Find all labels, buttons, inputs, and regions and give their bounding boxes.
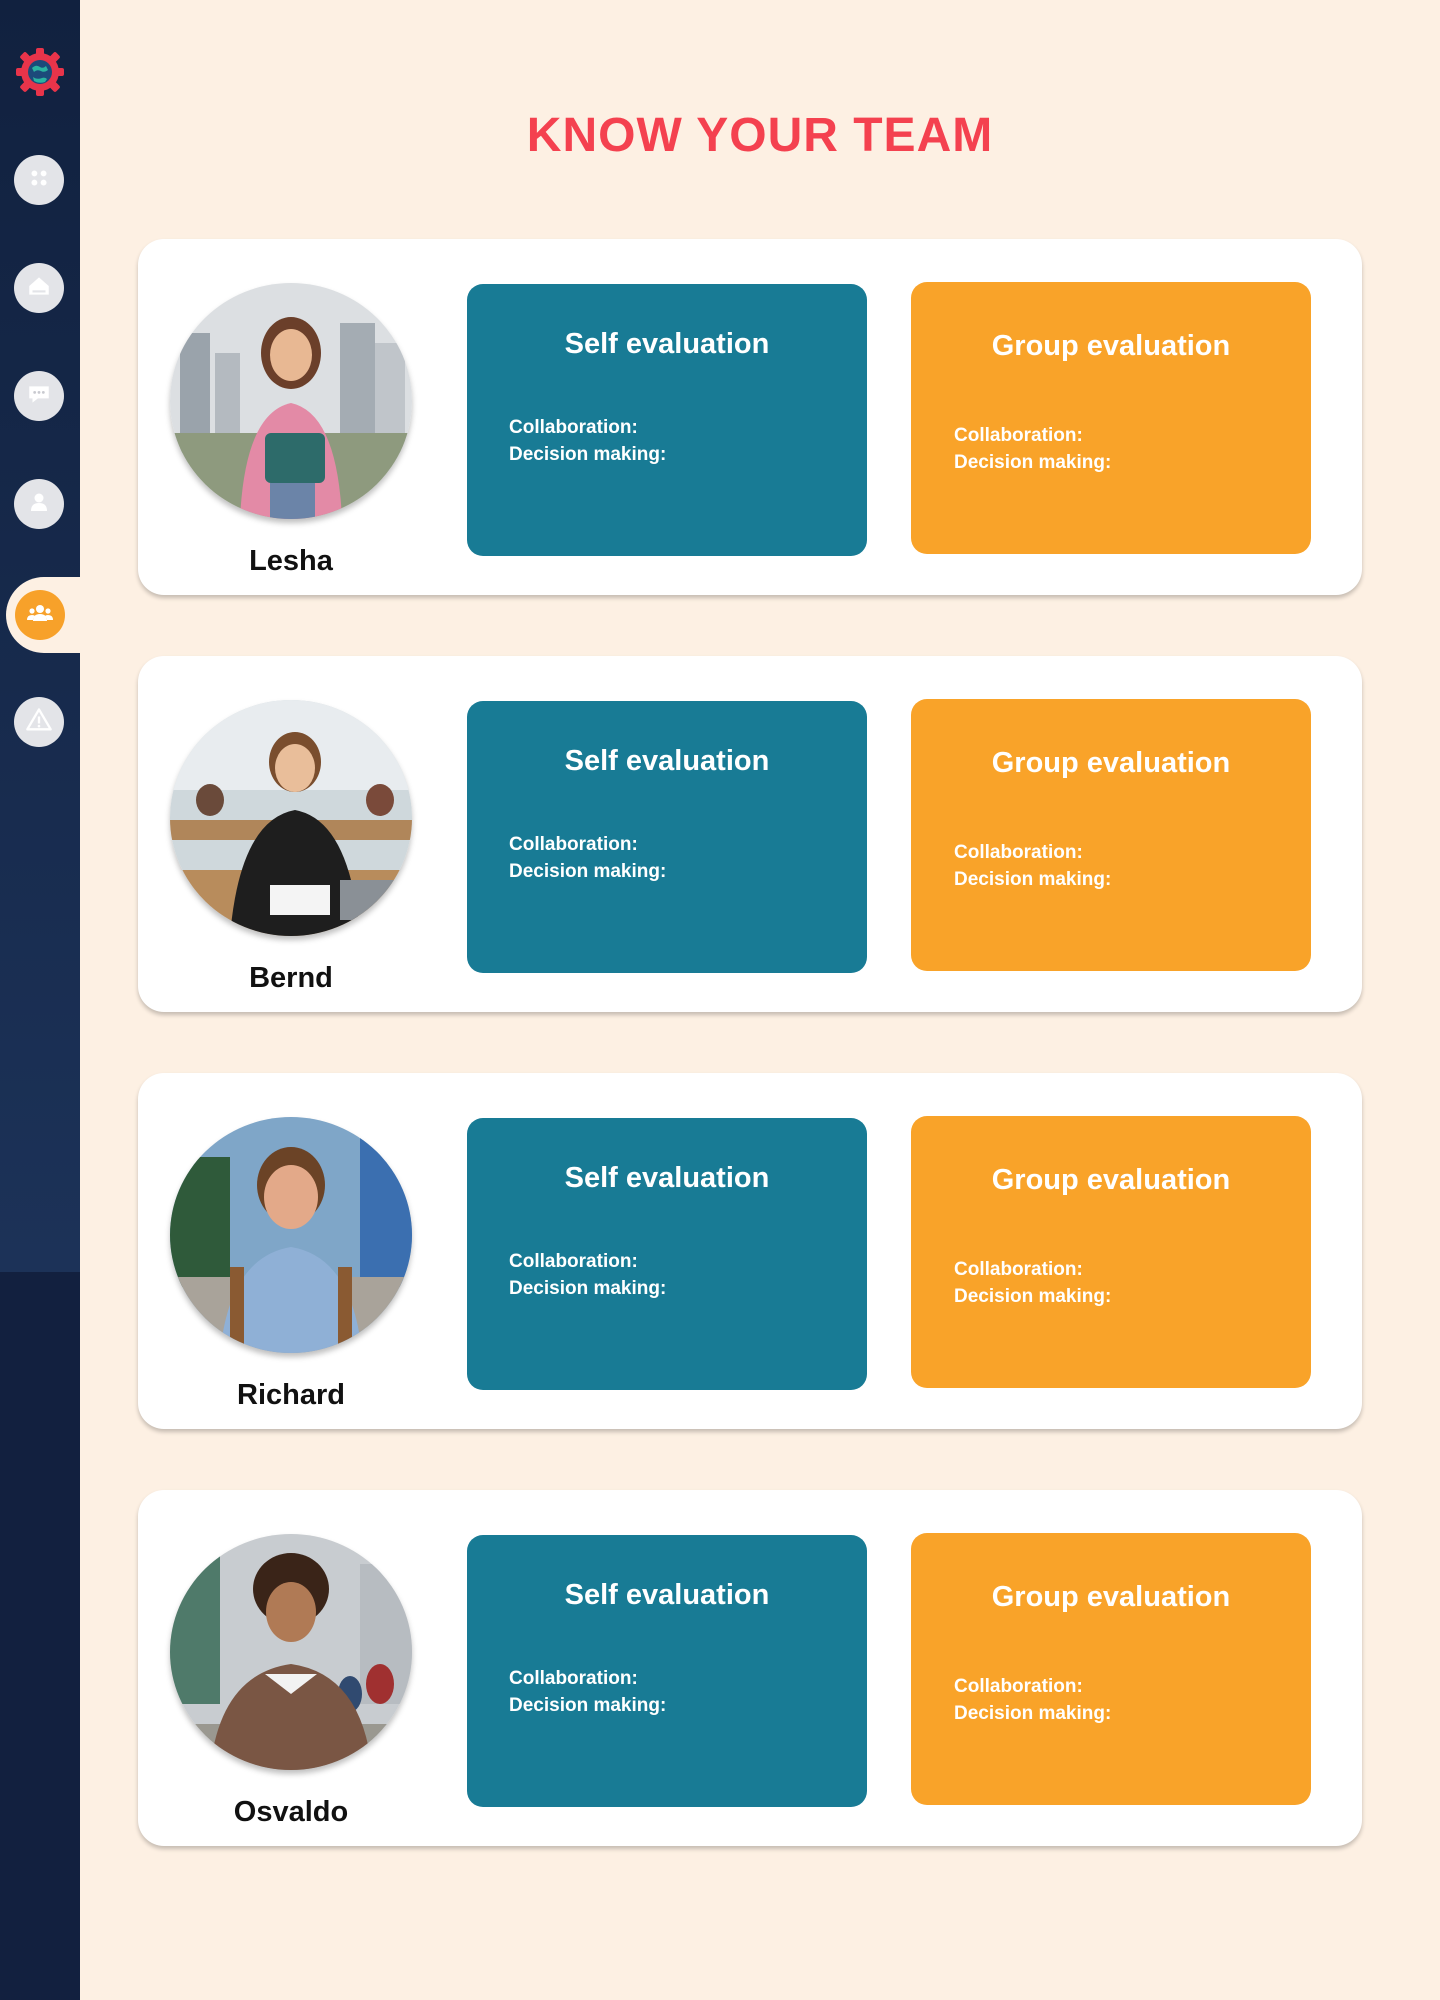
sidebar bbox=[0, 0, 86, 2000]
member-card: Lesha Self evaluation Collaboration: Dec… bbox=[138, 239, 1362, 595]
member-name: Osvaldo bbox=[233, 1796, 349, 1828]
home-icon bbox=[26, 273, 52, 304]
member-photo bbox=[170, 700, 412, 936]
collaboration-label: Collaboration: bbox=[509, 834, 638, 855]
self-evaluation-title: Self evaluation bbox=[564, 1579, 770, 1611]
decision-making-label: Decision making: bbox=[954, 1703, 1112, 1724]
user-icon bbox=[27, 490, 51, 519]
page-title: KNOW YOUR TEAM bbox=[526, 109, 994, 162]
self-evaluation-title: Self evaluation bbox=[564, 1162, 770, 1194]
group-evaluation-title: Group evaluation bbox=[991, 330, 1231, 362]
decision-making-label: Decision making: bbox=[954, 869, 1112, 890]
collaboration-label: Collaboration: bbox=[954, 1259, 1083, 1280]
nav-item-team[interactable] bbox=[15, 590, 65, 640]
group-evaluation-title: Group evaluation bbox=[991, 747, 1231, 779]
collaboration-label: Collaboration: bbox=[509, 1668, 638, 1689]
gear-globe-logo-icon[interactable] bbox=[14, 46, 66, 98]
self-evaluation-panel[interactable]: Self evaluation Collaboration: Decision … bbox=[467, 701, 867, 973]
decision-making-label: Decision making: bbox=[509, 1695, 667, 1716]
decision-making-label: Decision making: bbox=[509, 444, 667, 465]
collaboration-label: Collaboration: bbox=[954, 1676, 1083, 1697]
self-evaluation-panel[interactable]: Self evaluation Collaboration: Decision … bbox=[467, 1118, 867, 1390]
self-evaluation-panel[interactable]: Self evaluation Collaboration: Decision … bbox=[467, 284, 867, 556]
nav-item-chat[interactable] bbox=[14, 371, 64, 421]
decision-making-label: Decision making: bbox=[509, 1278, 667, 1299]
nav-item-profile[interactable] bbox=[14, 479, 64, 529]
group-evaluation-panel[interactable]: Group evaluation Collaboration: Decision… bbox=[911, 699, 1311, 971]
member-name: Bernd bbox=[249, 962, 333, 994]
self-evaluation-title: Self evaluation bbox=[564, 745, 770, 777]
member-photo bbox=[170, 1117, 412, 1353]
self-evaluation-title: Self evaluation bbox=[564, 328, 770, 360]
warning-icon bbox=[25, 706, 53, 739]
decision-making-label: Decision making: bbox=[954, 1286, 1112, 1307]
self-evaluation-panel[interactable]: Self evaluation Collaboration: Decision … bbox=[467, 1535, 867, 1807]
group-evaluation-title: Group evaluation bbox=[991, 1164, 1231, 1196]
collaboration-label: Collaboration: bbox=[954, 842, 1083, 863]
group-evaluation-panel[interactable]: Group evaluation Collaboration: Decision… bbox=[911, 1533, 1311, 1805]
group-evaluation-panel[interactable]: Group evaluation Collaboration: Decision… bbox=[911, 1116, 1311, 1388]
collaboration-label: Collaboration: bbox=[509, 417, 638, 438]
member-name: Richard bbox=[237, 1379, 345, 1411]
member-photo bbox=[170, 283, 412, 519]
member-photo bbox=[170, 1534, 412, 1770]
decision-making-label: Decision making: bbox=[954, 452, 1112, 473]
nav-item-alerts[interactable] bbox=[14, 697, 64, 747]
collaboration-label: Collaboration: bbox=[954, 425, 1083, 446]
member-card: Osvaldo Self evaluation Collaboration: D… bbox=[138, 1490, 1362, 1846]
group-evaluation-title: Group evaluation bbox=[991, 1581, 1231, 1613]
grid-icon bbox=[28, 167, 50, 194]
team-icon bbox=[26, 601, 54, 630]
chat-icon bbox=[26, 381, 52, 412]
collaboration-label: Collaboration: bbox=[509, 1251, 638, 1272]
decision-making-label: Decision making: bbox=[509, 861, 667, 882]
member-name: Lesha bbox=[249, 545, 333, 577]
nav-item-home[interactable] bbox=[14, 263, 64, 313]
group-evaluation-panel[interactable]: Group evaluation Collaboration: Decision… bbox=[911, 282, 1311, 554]
member-card: Richard Self evaluation Collaboration: D… bbox=[138, 1073, 1362, 1429]
member-card: Bernd Self evaluation Collaboration: Dec… bbox=[138, 656, 1362, 1012]
